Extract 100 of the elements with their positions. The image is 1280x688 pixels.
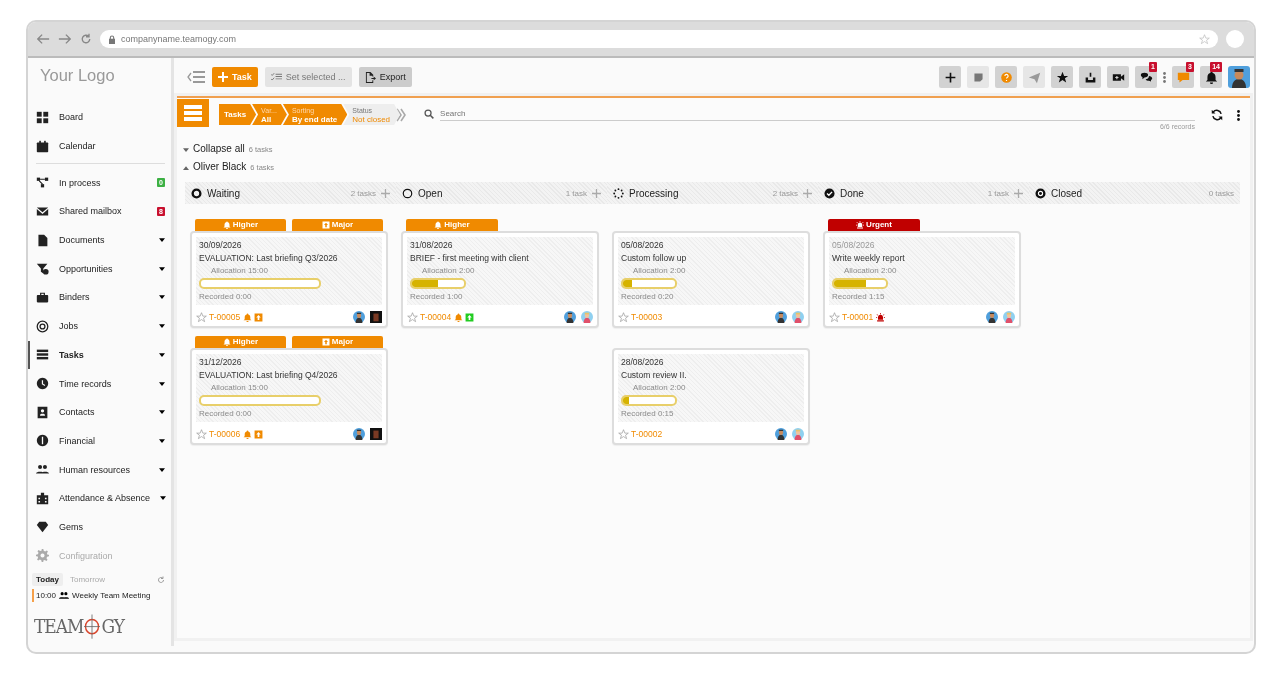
list-icon <box>36 348 49 362</box>
sidebar-item[interactable]: Documents <box>28 225 171 255</box>
due-date: 28/08/2026 <box>621 357 665 367</box>
task-title: Custom review II. <box>621 370 688 380</box>
help-button[interactable] <box>995 66 1017 88</box>
plus-icon[interactable] <box>381 188 390 198</box>
column-title: Waiting <box>207 187 241 199</box>
sidebar-item[interactable]: Opportunities <box>28 254 171 284</box>
star-icon[interactable] <box>1199 33 1210 45</box>
plus-icon[interactable] <box>803 188 812 198</box>
star-icon[interactable] <box>618 428 629 440</box>
recorded-label: Recorded 0:00 <box>199 292 253 301</box>
event-title[interactable]: Weekly Team Meeting <box>72 591 151 600</box>
search-field[interactable]: Search <box>440 107 1195 121</box>
caret-icon[interactable] <box>183 148 189 152</box>
group-name[interactable]: Oliver Black <box>193 161 247 172</box>
board-view-button[interactable] <box>177 99 209 127</box>
address-bar[interactable]: companyname.teamogy.com <box>100 30 1218 48</box>
task-card[interactable]: 31/12/2026 EVALUATION: Last briefing Q4/2026 Allocation 15:00 Recorded 0:00 T-00006 <box>190 348 388 445</box>
star-icon[interactable] <box>196 311 207 323</box>
set-selected-button[interactable]: Set selected ... <box>264 67 352 87</box>
gem-icon <box>36 520 49 534</box>
plus-icon[interactable] <box>592 188 601 198</box>
task-card[interactable]: 31/08/2026 BRIEF - first meeting with client Allocation 2:00 Recorded 1:00 T-00004 <box>401 231 599 328</box>
chevron-icon[interactable] <box>396 107 407 122</box>
sidebar-item[interactable]: Binders <box>28 283 171 312</box>
sidebar-item[interactable]: Calendar <box>28 131 171 161</box>
priority-tag: Higher <box>195 219 286 231</box>
people-icon <box>36 463 49 477</box>
task-card[interactable]: 30/09/2026 EVALUATION: Last briefing Q3/2026 Allocation 15:00 Recorded 0:00 T-00005 <box>190 231 388 328</box>
sidebar-item[interactable]: Contacts <box>28 397 171 427</box>
allocation-label: Allocation 2:00 <box>632 383 687 392</box>
task-card[interactable]: 28/08/2026 Custom review II. Allocation 2:00 Recorded 0:15 T-00002 <box>612 348 810 445</box>
profile-button[interactable] <box>1226 30 1244 48</box>
reload-icon[interactable] <box>80 33 92 45</box>
checklist-icon <box>270 72 282 82</box>
priority-tag: Major <box>292 336 383 348</box>
collapse-menu-icon[interactable] <box>187 70 205 84</box>
back-icon[interactable] <box>36 32 50 46</box>
priority-tag: Urgent <box>828 219 920 231</box>
sidebar-item[interactable]: Gems <box>28 512 171 542</box>
star-icon[interactable] <box>196 428 207 440</box>
recorded-label: Recorded 1:15 <box>832 292 886 301</box>
event-time: 10:00 <box>36 591 57 600</box>
document-icon <box>36 233 49 247</box>
task-count: 2 tasks <box>350 188 376 198</box>
export-icon <box>364 71 376 83</box>
task-card[interactable]: 05/08/2026 Write weekly report Allocation 2:00 Recorded 1:15 T-00001 <box>823 231 1021 328</box>
add-button[interactable] <box>939 66 961 88</box>
envelope-icon <box>36 204 49 218</box>
plus-icon <box>943 70 957 84</box>
note-button[interactable] <box>967 66 989 88</box>
star-icon[interactable] <box>618 311 629 323</box>
plus-icon[interactable] <box>1014 188 1023 198</box>
briefcase-icon <box>36 290 49 304</box>
chat-bubbles-icon <box>1139 70 1153 84</box>
sidebar-item[interactable]: Jobs <box>28 311 171 341</box>
allocation-label: Allocation 15:00 <box>210 383 269 392</box>
sidebar-item[interactable]: Board <box>28 103 171 132</box>
day-tab[interactable]: Today <box>32 573 63 586</box>
star-icon[interactable] <box>407 311 418 323</box>
clock-icon <box>36 377 49 391</box>
collapse-all-link[interactable]: Collapse all <box>193 143 245 154</box>
lock-icon <box>108 34 116 44</box>
due-date: 05/08/2026 <box>621 240 665 250</box>
plus-icon <box>218 72 228 82</box>
send-button[interactable] <box>1023 66 1045 88</box>
grid-icon <box>36 110 49 124</box>
task-card[interactable]: 05/08/2026 Custom follow up Allocation 2:00 Recorded 0:20 T-00003 <box>612 231 810 328</box>
sidebar-item[interactable]: Tasks <box>28 340 171 370</box>
task-title: Custom follow up <box>621 253 688 263</box>
sidebar-item[interactable]: Human resources <box>28 455 171 484</box>
task-title: EVALUATION: Last briefing Q3/2026 <box>199 253 339 263</box>
server-stack-icon <box>184 105 202 121</box>
caret-icon[interactable] <box>183 166 189 170</box>
more-icon[interactable] <box>1237 109 1240 121</box>
export-button[interactable]: Export <box>358 67 412 87</box>
flow-icon <box>36 176 49 190</box>
forward-icon[interactable] <box>58 32 72 46</box>
allocation-label: Allocation 15:00 <box>210 266 269 275</box>
priority-tag: Higher <box>406 219 498 231</box>
refresh-icon[interactable] <box>1211 109 1223 121</box>
target-icon <box>36 319 49 333</box>
star-icon <box>1055 70 1069 84</box>
sidebar-item[interactable]: Time records <box>28 369 171 398</box>
search-icon <box>424 109 435 119</box>
due-date: 31/12/2026 <box>199 357 243 367</box>
favorites-button[interactable] <box>1051 66 1073 88</box>
column-title: Closed <box>1051 187 1084 199</box>
task-count: 2 tasks <box>772 188 798 198</box>
priority-tag: Higher <box>195 336 286 348</box>
star-icon[interactable] <box>829 311 840 323</box>
brand-logo-text: TEAM <box>34 615 84 638</box>
sidebar-item[interactable]: Attendance & Absence <box>28 483 171 513</box>
sidebar-item[interactable]: Financial <box>28 426 171 456</box>
user-avatar[interactable] <box>1228 66 1250 88</box>
inbox-button[interactable] <box>1079 66 1101 88</box>
due-date: 31/08/2026 <box>410 240 454 250</box>
due-date: 30/09/2026 <box>199 240 243 250</box>
video-button[interactable] <box>1107 66 1129 88</box>
